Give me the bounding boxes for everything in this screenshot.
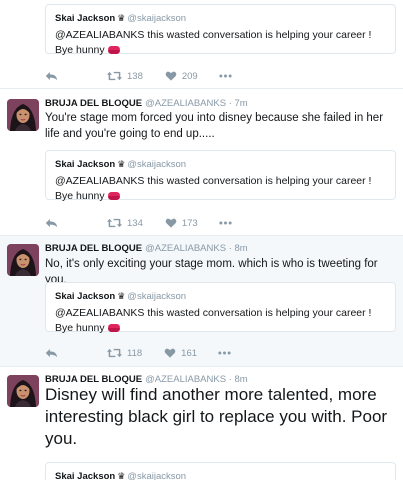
more-icon [219,221,232,225]
like-button[interactable]: 161 [164,348,197,359]
author-name[interactable]: BRUJA DEL BLOQUE [45,98,142,109]
avatar[interactable] [7,99,39,131]
quoted-author-name[interactable]: Skai Jackson [55,471,115,480]
tweet-time[interactable]: · 7m [229,98,248,109]
retweet-icon [107,71,122,81]
tweet-1[interactable]: Skai Jackson ♛ @skaijackson @AZEALIABANKS … [0,0,403,89]
tweet-text: Disney will find another more talented, … [45,385,388,448]
avatar[interactable] [7,244,39,276]
crown-icon: ♛ [117,13,126,23]
like-button[interactable]: 209 [165,71,198,82]
reply-icon [45,218,58,228]
like-count: 209 [181,70,198,82]
more-button[interactable] [219,74,232,78]
quoted-author-handle[interactable]: @skaijackson [127,159,186,170]
author-name[interactable]: BRUJA DEL BLOQUE [45,243,142,254]
retweet-count: 138 [127,70,143,82]
like-button[interactable]: 173 [165,218,198,229]
author-handle[interactable]: @AZEALIABANKS [145,98,226,109]
more-button[interactable] [219,221,232,225]
tweet-actions: 118 161 [45,346,231,360]
retweet-button[interactable]: 138 [107,71,143,82]
quoted-tweet[interactable]: Skai Jackson ♛ @skaijackson @AZEALIABANKS … [45,4,396,56]
author-handle[interactable]: @AZEALIABANKS [145,243,226,254]
kiss-emoji-icon [107,46,120,55]
reply-icon [45,348,58,358]
reply-button[interactable] [45,348,58,358]
like-count: 173 [181,217,198,229]
heart-icon [165,218,177,228]
crown-icon: ♛ [117,471,126,480]
quoted-author-handle[interactable]: @skaijackson [127,471,186,480]
more-icon [219,74,232,78]
quoted-author-name[interactable]: Skai Jackson [55,13,115,24]
tweet-4[interactable]: BRUJA DEL BLOQUE @AZEALIABANKS · 8m Disne… [0,367,403,480]
quoted-author-name[interactable]: Skai Jackson [55,159,115,170]
more-icon [218,351,231,355]
tweet-3[interactable]: BRUJA DEL BLOQUE @AZEALIABANKS · 8m No, i… [0,236,403,367]
tweet-text: You're stage mom forced you into disney … [45,112,384,140]
reply-button[interactable] [45,218,58,228]
heart-icon [164,348,176,358]
retweet-button[interactable]: 118 [107,348,142,359]
retweet-icon [107,218,122,228]
quoted-tweet-text: @AZEALIABANKS this wasted conversation i… [55,29,372,56]
retweet-count: 134 [127,217,143,229]
heart-icon [165,71,177,81]
more-button[interactable] [218,351,231,355]
tweet-actions: 134 173 [45,216,232,230]
crown-icon: ♛ [117,159,126,169]
quoted-author-handle[interactable]: @skaijackson [127,13,186,24]
quoted-tweet-text: @AZEALIABANKS this wasted conversation i… [55,307,372,334]
avatar[interactable] [7,375,39,407]
tweet-time[interactable]: · 8m [229,243,248,254]
tweet-2[interactable]: BRUJA DEL BLOQUE @AZEALIABANKS · 7m You'r… [0,89,403,236]
kiss-emoji-icon [107,324,120,333]
like-count: 161 [181,347,198,359]
tweet-header: BRUJA DEL BLOQUE @AZEALIABANKS · 7m [45,98,248,110]
retweet-count: 118 [127,347,143,359]
tweet-actions: 138 209 [45,69,232,83]
quoted-author-handle[interactable]: @skaijackson [127,291,186,302]
crown-icon: ♛ [117,291,126,301]
quoted-tweet[interactable]: Skai Jackson ♛ @skaijackson @AZEALIABANKS … [45,150,396,202]
quoted-tweet[interactable]: Skai Jackson ♛ @skaijackson @AZEALIABANKS … [45,282,396,334]
quoted-author-name[interactable]: Skai Jackson [55,291,115,302]
retweet-icon [107,348,122,358]
tweet-header: BRUJA DEL BLOQUE @AZEALIABANKS · 8m [45,243,248,255]
reply-icon [45,71,58,81]
retweet-button[interactable]: 134 [107,218,143,229]
reply-button[interactable] [45,71,58,81]
quoted-tweet[interactable]: Skai Jackson ♛ @skaijackson [45,462,396,480]
kiss-emoji-icon [107,192,120,201]
quoted-tweet-text: @AZEALIABANKS this wasted conversation i… [55,175,372,202]
